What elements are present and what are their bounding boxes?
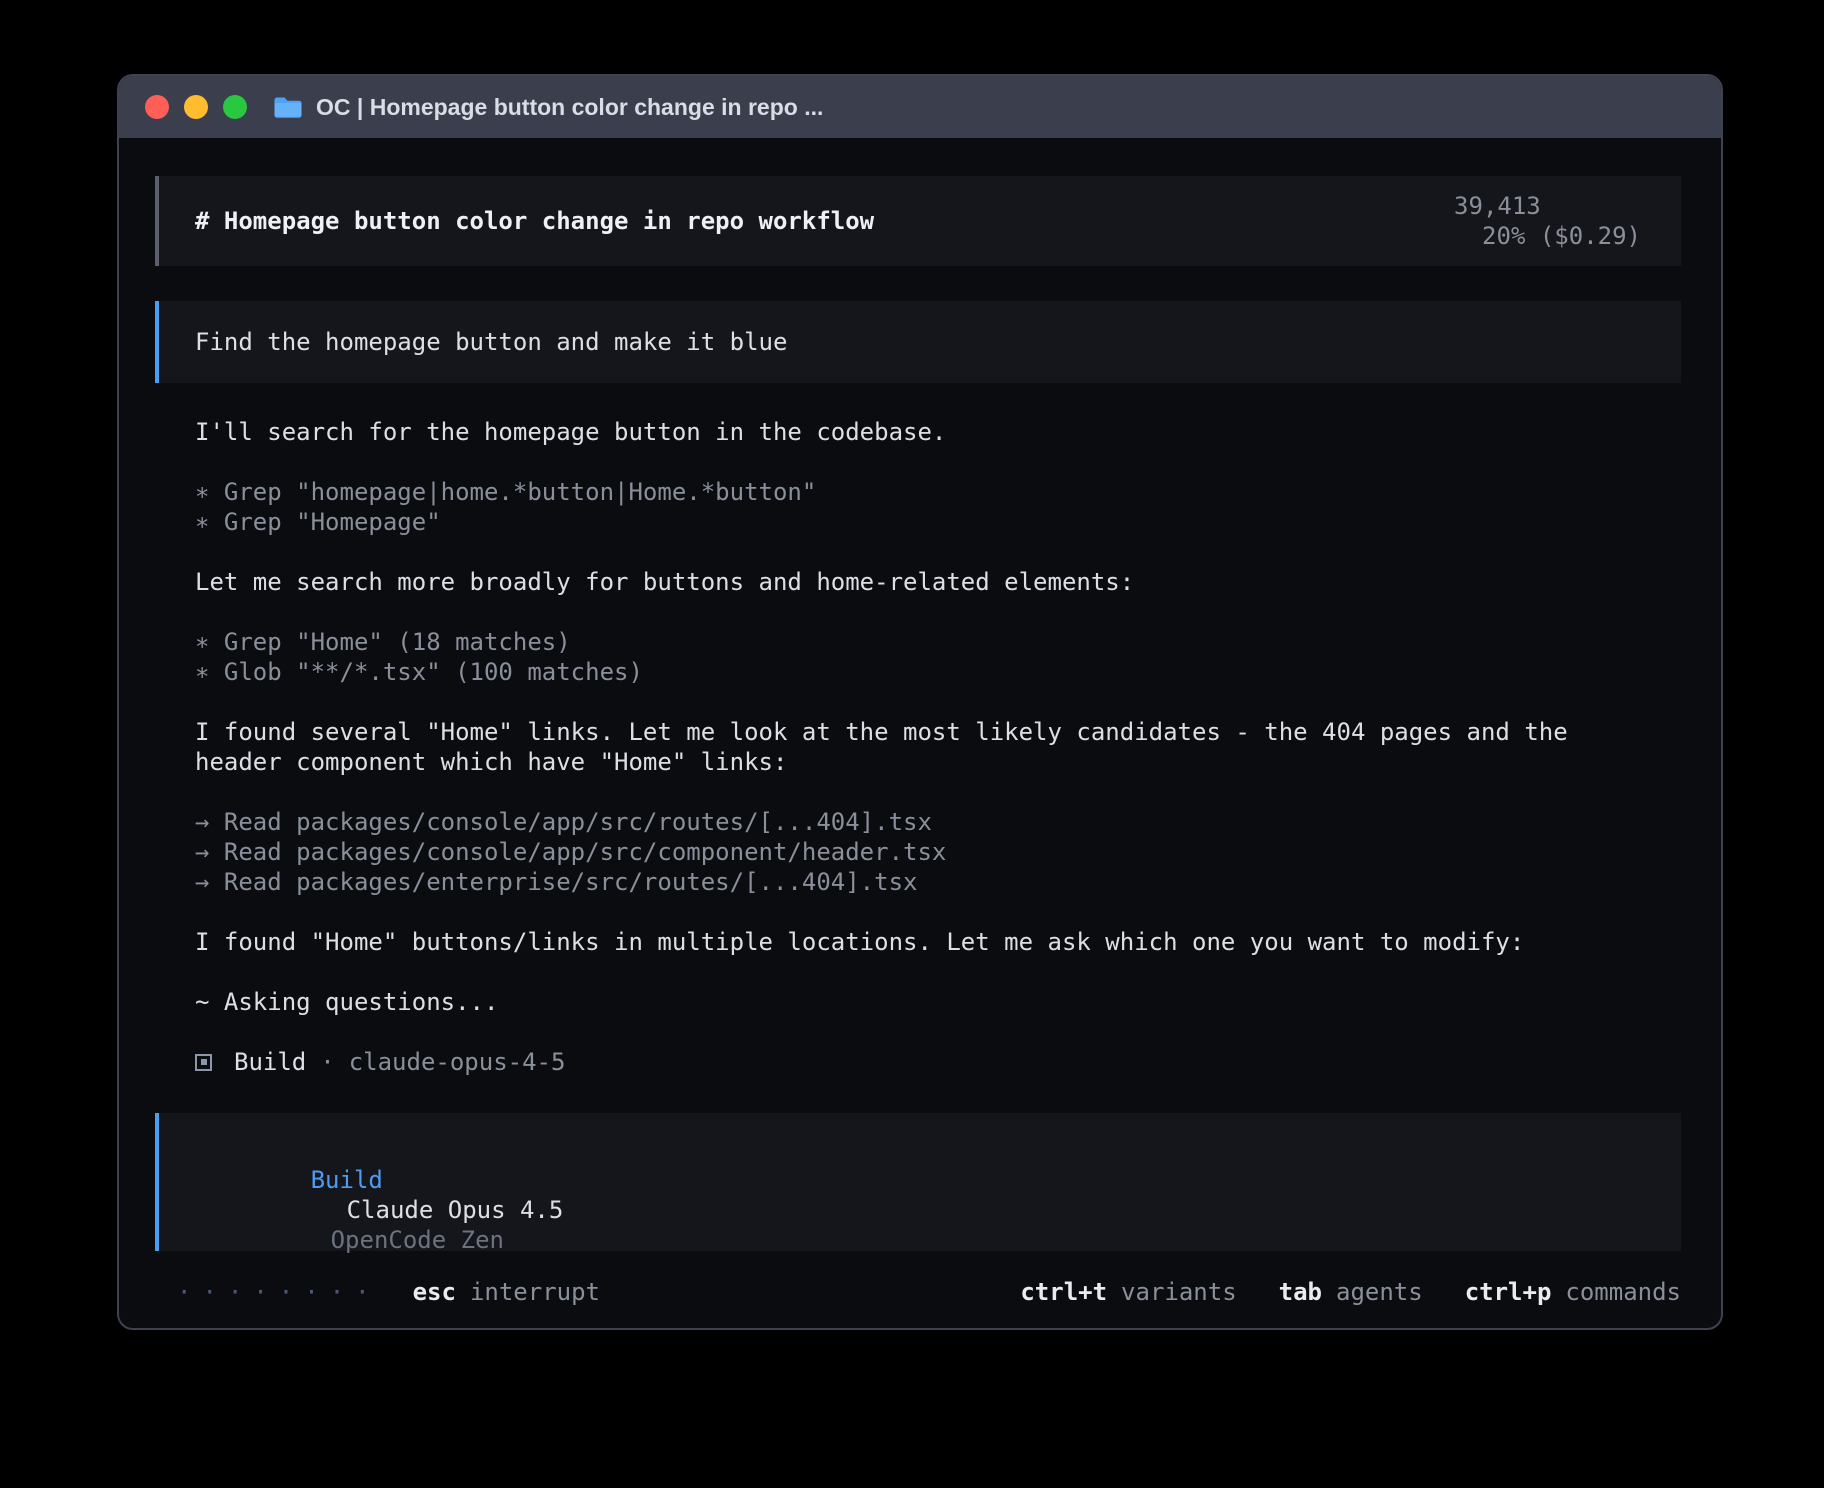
user-message-text: Find the homepage button and make it blu… [195, 327, 787, 357]
agent-separator: · [320, 1047, 334, 1077]
shortcut-commands: ctrl+p commands [1465, 1277, 1681, 1307]
shortcut-key: ctrl+t [1020, 1278, 1107, 1306]
assistant-transcript: I'll search for the homepage button in t… [155, 417, 1681, 1077]
tool-call-grep: ∗ Grep "Homepage" [195, 507, 1641, 537]
shortcut-label: agents [1336, 1278, 1423, 1306]
esc-key: esc [413, 1278, 456, 1306]
assistant-status: ~ Asking questions... [195, 987, 1641, 1017]
assistant-text: I found "Home" buttons/links in multiple… [195, 927, 1641, 957]
terminal-content[interactable]: # Homepage button color change in repo w… [119, 138, 1721, 1307]
context-usage: 20% ($0.29) [1482, 222, 1641, 250]
session-stats: 39,413 20% ($0.29) [1338, 161, 1641, 281]
tool-call-group: ∗ Grep "homepage|home.*button|Home.*butt… [195, 477, 1641, 537]
minimize-button[interactable] [184, 95, 208, 119]
agent-name: Build [234, 1047, 306, 1077]
assistant-text: I'll search for the homepage button in t… [195, 417, 1641, 447]
shortcut-key: tab [1279, 1278, 1322, 1306]
shortcut-key: ctrl+p [1465, 1278, 1552, 1306]
tool-call-group: ∗ Grep "Home" (18 matches) ∗ Glob "**/*.… [195, 627, 1641, 687]
model-label[interactable]: Claude Opus 4.5 [347, 1196, 564, 1224]
tool-call-group: → Read packages/console/app/src/routes/[… [195, 807, 1641, 897]
terminal-window: OC | Homepage button color change in rep… [117, 74, 1723, 1330]
tool-call-grep: ∗ Grep "homepage|home.*button|Home.*butt… [195, 477, 1641, 507]
tool-call-read: → Read packages/console/app/src/routes/[… [195, 807, 1641, 837]
close-button[interactable] [145, 95, 169, 119]
traffic-lights [145, 95, 247, 119]
mode-label[interactable]: Build [311, 1166, 383, 1194]
tool-call-read: → Read packages/console/app/src/componen… [195, 837, 1641, 867]
folder-icon [273, 95, 303, 120]
tool-call-read: → Read packages/enterprise/src/routes/[.… [195, 867, 1641, 897]
tool-call-glob: ∗ Glob "**/*.tsx" (100 matches) [195, 657, 1641, 687]
interrupt-hint: esc interrupt [413, 1277, 600, 1307]
spinner-dots: ········ [177, 1277, 381, 1307]
user-message: Find the homepage button and make it blu… [155, 301, 1681, 383]
assistant-text: Let me search more broadly for buttons a… [195, 567, 1641, 597]
shortcut-label: variants [1121, 1278, 1237, 1306]
titlebar[interactable]: OC | Homepage button color change in rep… [119, 76, 1721, 138]
shortcut-label: commands [1565, 1278, 1681, 1306]
window-title: OC | Homepage button color change in rep… [316, 94, 823, 121]
build-agent-icon [195, 1054, 212, 1071]
zoom-button[interactable] [223, 95, 247, 119]
shortcut-agents: tab agents [1279, 1277, 1423, 1307]
agent-status: Build · claude-opus-4-5 [195, 1047, 1641, 1077]
token-count: 39,413 [1454, 192, 1541, 220]
session-title: # Homepage button color change in repo w… [195, 206, 874, 236]
provider-label: OpenCode Zen [331, 1226, 504, 1254]
model-line: Build Claude Opus 4.5 OpenCode Zen [195, 1135, 1641, 1285]
esc-label: interrupt [470, 1278, 600, 1306]
prompt-input[interactable]: Build Claude Opus 4.5 OpenCode Zen [155, 1113, 1681, 1251]
tool-call-grep: ∗ Grep "Home" (18 matches) [195, 627, 1641, 657]
session-header: # Homepage button color change in repo w… [155, 176, 1681, 266]
assistant-text: header component which have "Home" links… [195, 747, 1641, 777]
assistant-text: I found several "Home" links. Let me loo… [195, 717, 1641, 747]
shortcut-variants: ctrl+t variants [1020, 1277, 1236, 1307]
agent-model: claude-opus-4-5 [349, 1047, 566, 1077]
